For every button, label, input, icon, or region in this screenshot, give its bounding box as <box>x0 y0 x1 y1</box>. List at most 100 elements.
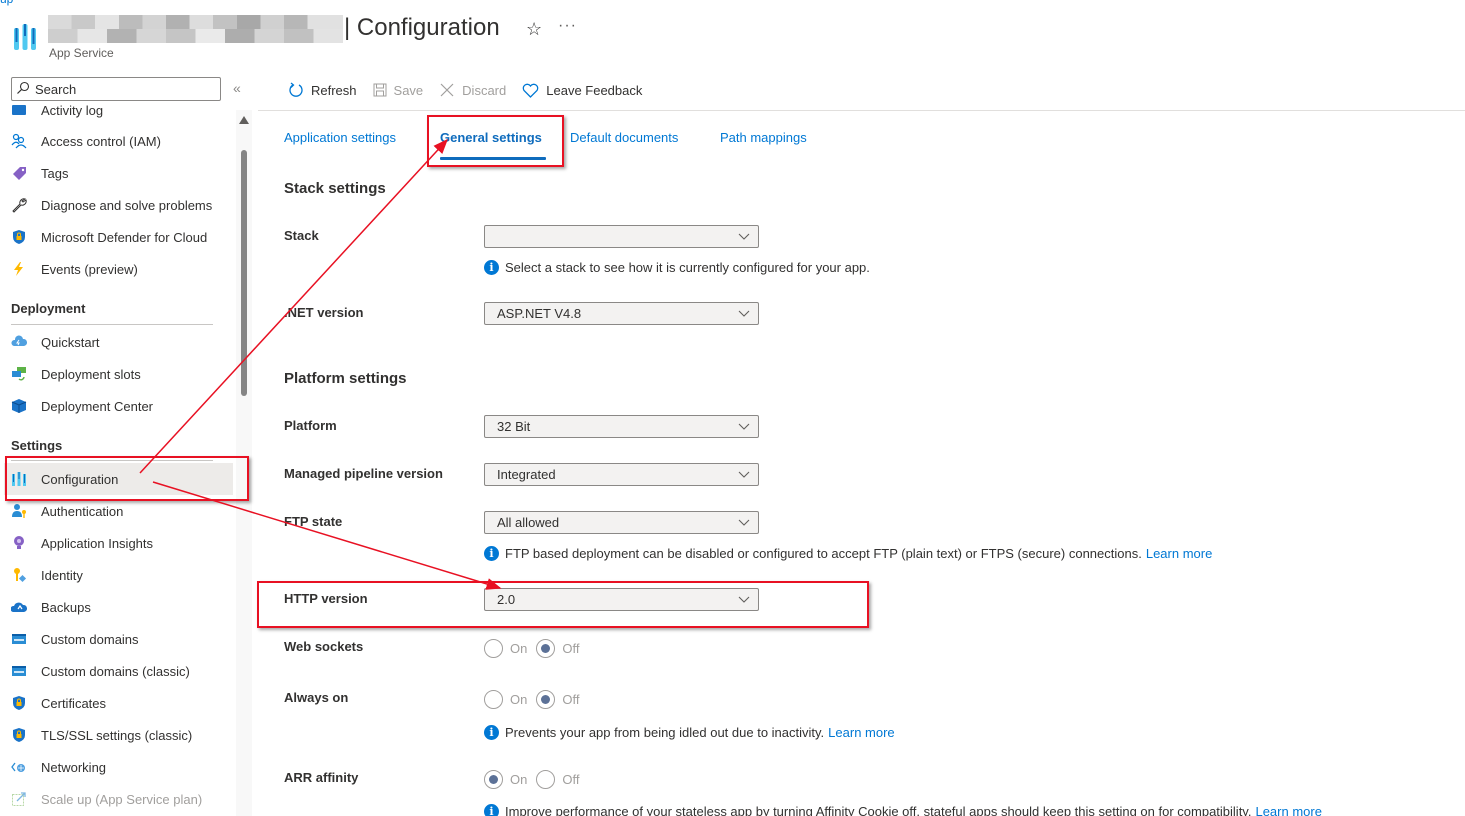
cloud-icon <box>11 334 27 350</box>
lightning-icon <box>11 261 27 277</box>
stack-settings-heading: Stack settings <box>284 180 386 197</box>
save-button[interactable]: Save <box>373 83 423 98</box>
search-icon <box>17 81 30 94</box>
scroll-up-arrow-icon[interactable] <box>239 116 249 124</box>
platform-settings-heading: Platform settings <box>284 370 407 387</box>
shield-icon <box>11 229 27 245</box>
command-bar: Refresh Save Discard Leave Feedback <box>258 78 658 102</box>
always-on-on-radio[interactable] <box>484 690 503 709</box>
chevron-down-icon <box>738 471 750 478</box>
info-icon: i <box>484 804 499 816</box>
sidebar-item-diagnose[interactable]: Diagnose and solve problems <box>4 189 233 221</box>
sidebar-item-custom-domains-classic[interactable]: Custom domains (classic) <box>4 655 233 687</box>
close-icon <box>440 83 454 97</box>
command-bar-divider <box>258 110 1465 111</box>
chevron-down-icon <box>738 519 750 526</box>
search-input[interactable] <box>35 80 215 98</box>
ftp-state-label: FTP state <box>284 514 343 529</box>
shield-lock-icon <box>11 695 27 711</box>
net-version-dropdown[interactable]: ASP.NET V4.8 <box>484 302 759 325</box>
page-subtitle: App Service <box>49 46 114 60</box>
web-sockets-off-radio[interactable] <box>536 639 556 658</box>
annotation-box-configuration <box>5 456 249 501</box>
shield-lock-icon <box>11 727 27 743</box>
stack-label: Stack <box>284 228 319 243</box>
leave-feedback-button[interactable]: Leave Feedback <box>522 83 642 98</box>
sidebar-item-backups[interactable]: Backups <box>4 591 233 623</box>
page-header: | Configuration ☆ ··· App Service <box>0 0 1465 70</box>
pipeline-dropdown[interactable]: Integrated <box>484 463 759 486</box>
refresh-icon <box>289 82 303 97</box>
slots-icon <box>11 366 27 382</box>
info-icon: i <box>484 546 499 561</box>
www-icon <box>11 631 27 647</box>
sidebar-item-quickstart[interactable]: Quickstart <box>4 326 233 358</box>
user-key-icon <box>11 503 27 519</box>
net-version-label: .NET version <box>284 305 364 320</box>
sidebar-item-tags[interactable]: Tags <box>4 157 233 189</box>
save-icon <box>373 83 387 97</box>
page-title: | Configuration <box>344 14 500 41</box>
web-sockets-label: Web sockets <box>284 639 364 654</box>
wrench-icon <box>11 197 27 213</box>
always-on-info: i Prevents your app from being idled out… <box>484 725 895 740</box>
always-on-radio-group: On Off <box>484 690 588 709</box>
ftp-info: i FTP based deployment can be disabled o… <box>484 546 1212 561</box>
sidebar-item-activity-log[interactable]: Activity log <box>4 101 233 126</box>
sidebar-search[interactable] <box>11 77 221 101</box>
annotation-box-http-version <box>257 581 869 628</box>
web-sockets-radio-group: On Off <box>484 639 588 658</box>
arr-affinity-radio-group: On Off <box>484 770 588 789</box>
arr-affinity-off-radio[interactable] <box>536 770 556 789</box>
sidebar-item-tls-ssl[interactable]: TLS/SSL settings (classic) <box>4 719 233 751</box>
double-chevron-left-icon[interactable]: « <box>233 80 241 96</box>
sidebar-item-deployment-center[interactable]: Deployment Center <box>4 390 233 422</box>
sidebar-item-defender[interactable]: Microsoft Defender for Cloud <box>4 221 233 253</box>
tab-default-documents[interactable]: Default documents <box>570 130 678 145</box>
tab-application-settings[interactable]: Application settings <box>284 130 396 145</box>
sidebar-item-certificates[interactable]: Certificates <box>4 687 233 719</box>
info-icon: i <box>484 260 499 275</box>
sidebar-item-deployment-slots[interactable]: Deployment slots <box>4 358 233 390</box>
scrollbar-thumb[interactable] <box>241 150 247 396</box>
ftp-state-dropdown[interactable]: All allowed <box>484 511 759 534</box>
refresh-button[interactable]: Refresh <box>288 82 357 98</box>
scale-up-icon <box>11 791 27 807</box>
more-icon[interactable]: ··· <box>558 17 577 35</box>
sidebar-item-custom-domains[interactable]: Custom domains <box>4 623 233 655</box>
resource-name-redacted <box>48 15 343 43</box>
sidebar-item-networking[interactable]: Networking <box>4 751 233 783</box>
arr-affinity-label: ARR affinity <box>284 770 359 785</box>
cloud-backup-icon <box>11 599 27 615</box>
sidebar-item-access-control[interactable]: Access control (IAM) <box>4 125 233 157</box>
section-divider <box>11 324 213 325</box>
ftp-learn-more-link[interactable]: Learn more <box>1146 546 1212 561</box>
web-sockets-on-radio[interactable] <box>484 639 503 658</box>
info-icon: i <box>484 725 499 740</box>
sidebar-item-scale-up[interactable]: Scale up (App Service plan) <box>4 783 233 815</box>
always-on-off-radio[interactable] <box>536 690 556 709</box>
heart-icon <box>522 83 539 98</box>
arr-learn-more-link[interactable]: Learn more <box>1255 804 1321 816</box>
people-icon <box>11 133 27 149</box>
arr-affinity-info: i Improve performance of your stateless … <box>484 804 1322 816</box>
lightbulb-icon <box>11 535 27 551</box>
chevron-down-icon <box>738 423 750 430</box>
always-on-label: Always on <box>284 690 349 705</box>
arr-affinity-on-radio[interactable] <box>484 770 503 789</box>
discard-button[interactable]: Discard <box>439 82 506 98</box>
sidebar-item-events[interactable]: Events (preview) <box>4 253 233 285</box>
app-service-logo-icon <box>14 24 36 50</box>
chevron-down-icon <box>738 233 750 240</box>
sidebar-item-app-insights[interactable]: Application Insights <box>4 527 233 559</box>
tab-path-mappings[interactable]: Path mappings <box>720 130 807 145</box>
section-title-deployment: Deployment <box>11 301 86 316</box>
pipeline-label: Managed pipeline version <box>284 466 443 481</box>
stack-dropdown[interactable] <box>484 225 759 248</box>
sidebar-item-identity[interactable]: Identity <box>4 559 233 591</box>
star-icon[interactable]: ☆ <box>526 19 542 40</box>
platform-dropdown[interactable]: 32 Bit <box>484 415 759 438</box>
always-on-learn-more-link[interactable]: Learn more <box>828 725 894 740</box>
tag-icon <box>11 165 27 181</box>
key-icon <box>11 567 27 583</box>
